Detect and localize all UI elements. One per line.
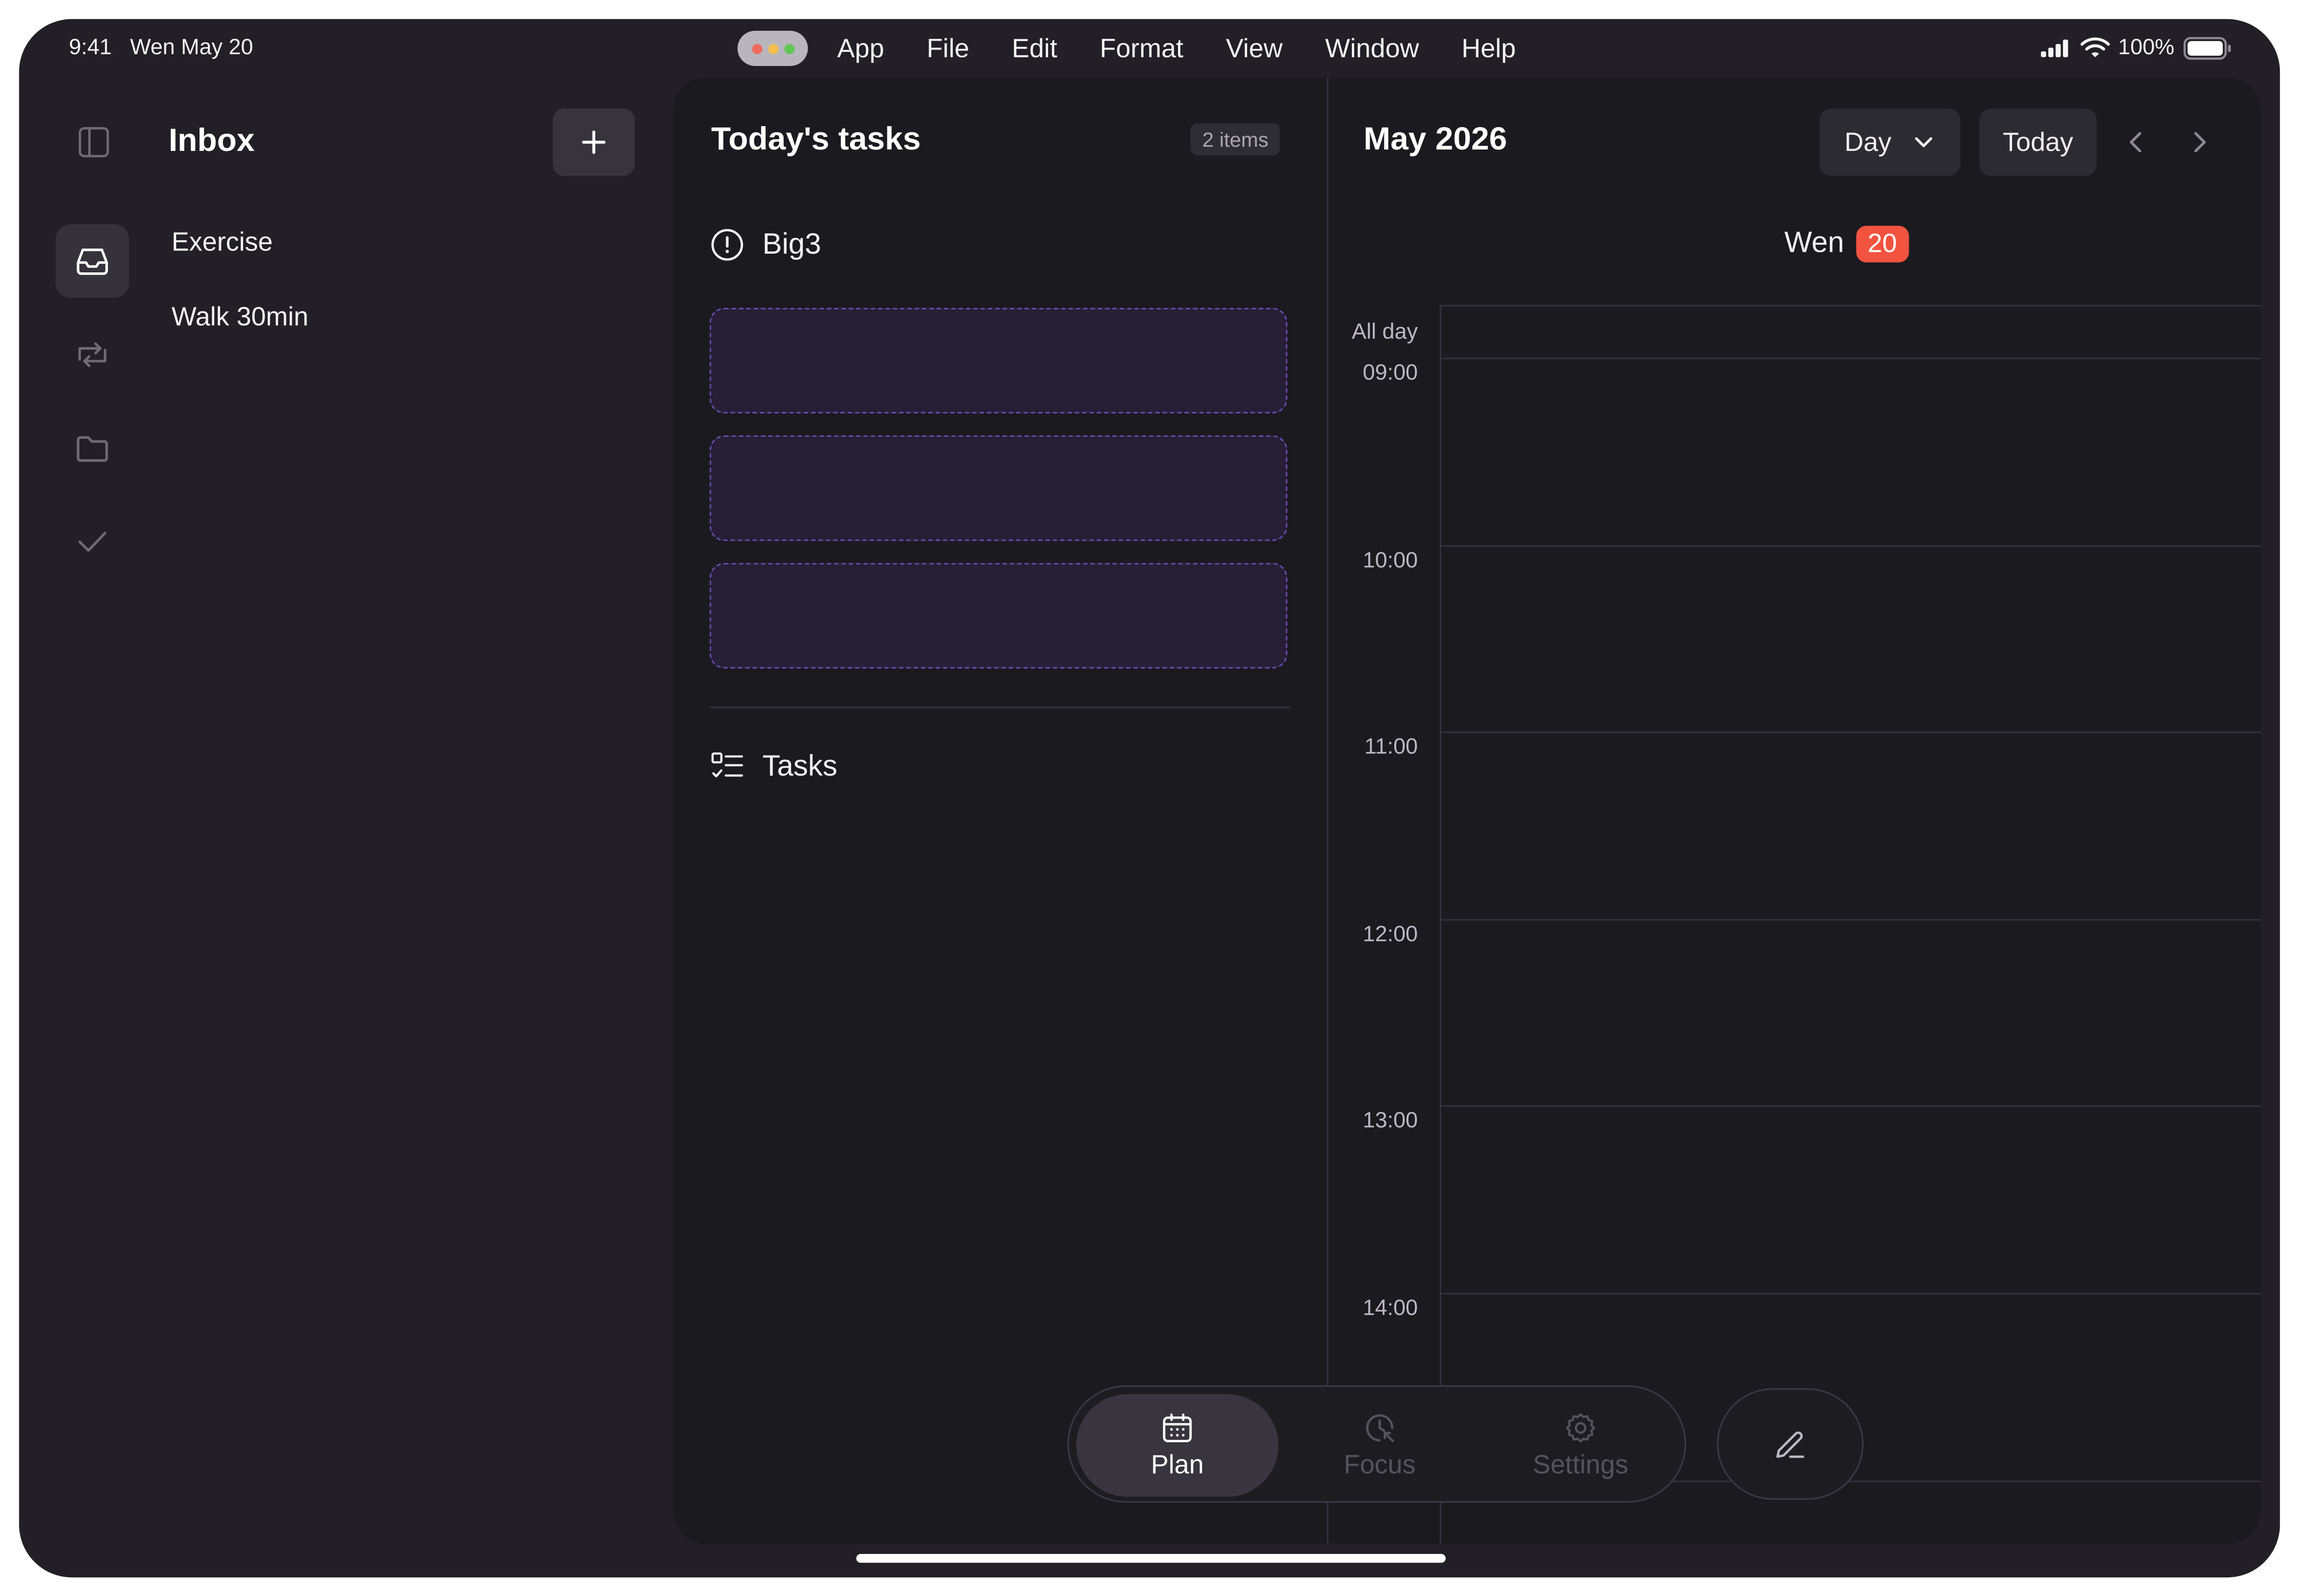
tab-plan[interactable]: Plan [1076, 1394, 1279, 1497]
tab-focus-label: Focus [1343, 1450, 1416, 1479]
rail-inbox-button[interactable] [56, 224, 129, 298]
all-day-divider [1440, 357, 2261, 359]
home-indicator[interactable] [856, 1554, 1446, 1563]
main-panel: Today's tasks 2 items Big3 Tasks May 202… [673, 78, 2261, 1544]
status-bar-time: 9:41 Wen May 20 [69, 35, 253, 60]
alert-circle-icon [711, 229, 743, 261]
bottom-tab-bar: Plan Focus Settings [1067, 1385, 1686, 1503]
previous-day-button[interactable] [2116, 121, 2157, 163]
minimize-dot-icon[interactable] [767, 43, 778, 54]
big3-section-header: Big3 [710, 227, 821, 262]
calendar-grid-border [1440, 305, 2261, 306]
folder-icon [77, 436, 108, 462]
date-badge: 20 [1856, 226, 1909, 263]
menu-app[interactable]: App [837, 33, 885, 64]
device-frame: 9:41 Wen May 20 App File Edit Format Vie… [19, 19, 2280, 1578]
todays-tasks-title: Today's tasks [711, 120, 921, 157]
battery-percent: 100% [2118, 35, 2175, 60]
hour-label: 12:00 [1363, 922, 1418, 947]
focus-clock-icon [1366, 1414, 1394, 1442]
hour-line [1440, 1293, 2261, 1295]
chevron-right-icon [2194, 132, 2206, 153]
wifi-icon [2080, 37, 2110, 57]
view-mode-dropdown[interactable]: Day [1819, 108, 1961, 176]
add-task-button[interactable] [552, 108, 635, 176]
menu-format[interactable]: Format [1100, 33, 1184, 64]
hour-line [1440, 919, 2261, 921]
cellular-signal-icon [2040, 39, 2068, 57]
gear-icon [1566, 1413, 1595, 1443]
today-button[interactable]: Today [1979, 108, 2097, 176]
sidebar-toggle-icon [79, 127, 109, 157]
view-mode-label: Day [1844, 127, 1892, 157]
hour-label: 13:00 [1363, 1108, 1418, 1133]
tab-plan-label: Plan [1151, 1450, 1204, 1479]
hour-label: 09:00 [1363, 360, 1418, 386]
tab-settings-label: Settings [1533, 1450, 1628, 1479]
today-label: Today [2003, 127, 2073, 157]
inbox-item[interactable]: Walk 30min [171, 302, 308, 333]
rail-folder-button[interactable] [56, 412, 129, 485]
menu-bar: App File Edit Format View Window Help [737, 30, 1558, 66]
all-day-label: All day [1351, 320, 1418, 345]
hour-line [1440, 731, 2261, 733]
status-date: Wen May 20 [130, 35, 253, 60]
tasks-section-header: Tasks [710, 749, 837, 784]
status-time: 9:41 [69, 35, 112, 60]
hour-line [1440, 1105, 2261, 1107]
tab-settings[interactable]: Settings [1479, 1394, 1682, 1497]
big3-slot[interactable] [709, 307, 1287, 413]
big3-slot[interactable] [709, 563, 1287, 669]
repeat-icon [78, 342, 107, 367]
day-name: Wen [1784, 227, 1844, 260]
battery-icon [2183, 36, 2231, 59]
hour-label: 10:00 [1363, 548, 1418, 573]
menu-help[interactable]: Help [1462, 33, 1516, 64]
chevron-left-icon [2129, 132, 2142, 153]
status-indicators: 100% [2039, 35, 2233, 60]
big3-slot[interactable] [709, 435, 1287, 541]
menu-view[interactable]: View [1226, 33, 1282, 64]
checkmark-icon [78, 532, 107, 552]
menu-window[interactable]: Window [1325, 33, 1419, 64]
zoom-dot-icon[interactable] [784, 43, 794, 54]
big3-label: Big3 [762, 228, 821, 260]
section-divider [709, 706, 1291, 708]
rail-completed-button[interactable] [56, 504, 129, 577]
close-dot-icon[interactable] [751, 43, 762, 54]
inbox-tray-icon [77, 249, 108, 275]
panel-divider [1327, 78, 1328, 1544]
day-header: Wen 20 [1784, 226, 1909, 263]
window-controls[interactable] [737, 30, 808, 66]
plus-icon [582, 130, 606, 154]
checklist-icon [711, 752, 743, 777]
menu-file[interactable]: File [927, 33, 969, 64]
chevron-down-icon [1915, 137, 1933, 148]
rail-repeat-button[interactable] [56, 318, 129, 392]
inbox-item[interactable]: Exercise [171, 227, 273, 258]
tab-focus[interactable]: Focus [1278, 1394, 1481, 1497]
hour-line [1440, 545, 2261, 547]
calendar-icon [1163, 1413, 1192, 1442]
sidebar-toggle-button[interactable] [57, 106, 130, 179]
calendar-grid-border [1440, 305, 1442, 1544]
next-day-button[interactable] [2179, 121, 2220, 163]
calendar-month-title: May 2026 [1364, 120, 1507, 157]
compose-button[interactable] [1717, 1388, 1864, 1500]
tasks-label: Tasks [762, 749, 838, 782]
hour-label: 14:00 [1363, 1296, 1418, 1321]
task-count-badge: 2 items [1190, 123, 1280, 156]
menu-edit[interactable]: Edit [1012, 33, 1057, 64]
pencil-icon [1776, 1431, 1804, 1458]
hour-label: 11:00 [1364, 734, 1418, 760]
inbox-title: Inbox [168, 121, 255, 158]
